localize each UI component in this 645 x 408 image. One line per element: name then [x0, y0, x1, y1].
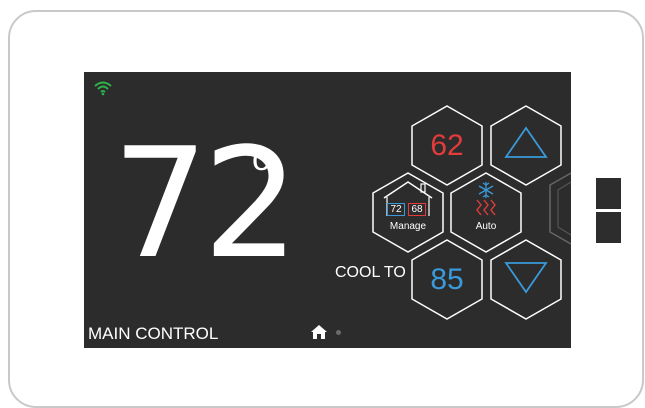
cool-setpoint-value[interactable]: 85 — [417, 265, 477, 295]
manage-label: Manage — [389, 221, 427, 232]
snowflake-icon — [478, 182, 494, 198]
manage-left-value: 72 — [387, 203, 405, 216]
increase-hex[interactable] — [490, 105, 562, 186]
hex-controls — [372, 105, 571, 320]
home-icon[interactable] — [310, 324, 328, 340]
page-title: MAIN CONTROL — [88, 324, 219, 343]
side-button-top[interactable] — [596, 178, 621, 209]
thermostat-screen: 72 o 62 85 72 68 Manage Auto COOL TO MAI… — [84, 72, 571, 348]
decrease-hex[interactable] — [490, 239, 562, 320]
side-button-bottom[interactable] — [596, 212, 621, 243]
manage-right-value: 68 — [408, 203, 426, 216]
cool-to-label: COOL TO — [335, 264, 406, 281]
mode-label: Auto — [475, 221, 497, 232]
heat-setpoint-value[interactable]: 62 — [417, 131, 477, 161]
down-arrow-icon[interactable] — [504, 262, 548, 294]
page-indicator-dot[interactable] — [336, 330, 341, 335]
heat-waves-icon — [476, 199, 496, 216]
up-arrow-icon[interactable] — [504, 126, 548, 158]
